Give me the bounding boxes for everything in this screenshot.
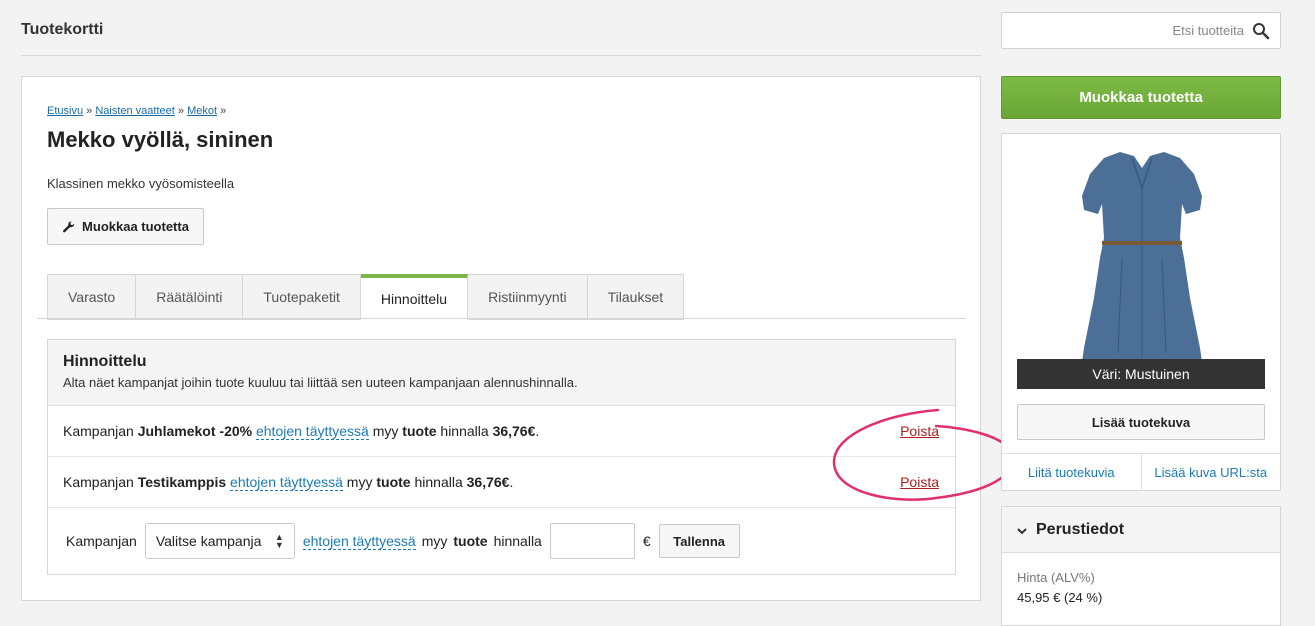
- period: .: [509, 474, 514, 490]
- tab-tilaukset[interactable]: Tilaukset: [587, 274, 685, 320]
- product-card: Etusivu » Naisten vaatteet » Mekot » Mek…: [21, 76, 981, 601]
- conditions-link[interactable]: ehtojen täyttyessä: [255, 423, 369, 440]
- product-image-card: Väri: Mustuinen Lisää tuotekuva Liitä tu…: [1001, 133, 1281, 491]
- breadcrumb-dresses[interactable]: Mekot: [187, 105, 217, 117]
- product-photo: [1082, 152, 1202, 362]
- basic-info-panel: Perustiedot Hinta (ALV%) 45,95 € (24 %): [1001, 506, 1281, 626]
- search-input[interactable]: [1032, 22, 1252, 39]
- pricing-subtitle: Alta näet kampanjat joihin tuote kuuluu …: [63, 375, 578, 390]
- tab-raatalointi[interactable]: Räätälöinti: [136, 274, 244, 320]
- select-arrows-icon: ▲ ▼: [274, 532, 284, 550]
- campaign-price: 36,76€: [466, 474, 510, 490]
- tab-hinnoittelu[interactable]: Hinnoittelu: [360, 274, 469, 320]
- search-box[interactable]: [1001, 12, 1281, 49]
- product-description: Klassinen mekko vyösomisteella: [47, 176, 235, 191]
- campaign-row: Kampanjan Testikamppis ehtojen täyttyess…: [48, 457, 955, 508]
- breadcrumb-separator: »: [86, 105, 93, 117]
- campaign-at-price: hinnalla: [493, 533, 542, 549]
- campaign-verb: myy: [421, 533, 448, 549]
- breadcrumb-separator: »: [177, 105, 185, 117]
- campaign-object: tuote: [453, 533, 488, 549]
- search-icon[interactable]: [1252, 22, 1270, 40]
- chevron-down-icon: [1016, 524, 1028, 536]
- campaign-select-value: Valitse kampanja: [155, 533, 262, 549]
- campaign-at-price: hinnalla: [414, 474, 463, 490]
- campaign-name: Juhlamekot -20%: [137, 423, 253, 439]
- primary-edit-product-button[interactable]: Muokkaa tuotetta: [1001, 76, 1281, 119]
- conditions-link[interactable]: ehtojen täyttyessä: [230, 474, 343, 491]
- conditions-link[interactable]: ehtojen täyttyessä: [302, 533, 416, 550]
- pricing-header: Hinnoittelu Alta näet kampanjat joihin t…: [48, 340, 955, 406]
- remove-campaign-link[interactable]: Poista: [900, 474, 939, 490]
- add-campaign-row: Kampanjan Valitse kampanja ▲ ▼ ehtojen tä…: [48, 508, 955, 574]
- campaign-text: Kampanjan Juhlamekot -20% ehtojen täytty…: [63, 423, 540, 440]
- add-image-from-url-link[interactable]: Lisää kuva URL:sta: [1142, 454, 1281, 491]
- save-button[interactable]: Tallenna: [658, 524, 740, 558]
- currency-label: €: [642, 533, 651, 549]
- campaign-prefix: Kampanjan: [63, 474, 134, 490]
- breadcrumb-separator: »: [220, 105, 227, 117]
- campaign-prefix: Kampanjan: [66, 533, 137, 549]
- image-links: Liitä tuotekuvia Lisää kuva URL:sta: [1002, 453, 1280, 491]
- period: .: [535, 423, 540, 439]
- attach-images-link[interactable]: Liitä tuotekuvia: [1002, 454, 1142, 491]
- tab-varasto[interactable]: Varasto: [47, 274, 137, 320]
- campaign-at-price: hinnalla: [440, 423, 489, 439]
- basic-info-title: Perustiedot: [1036, 520, 1125, 538]
- campaign-price: 36,76€: [492, 423, 536, 439]
- page-title: Tuotekortti: [21, 21, 104, 38]
- price-label: Hinta (ALV%): [1017, 570, 1095, 585]
- tab-bar: Varasto Räätälöinti Tuotepaketit Hinnoit…: [47, 274, 685, 320]
- color-label: Väri: Mustuinen: [1017, 359, 1265, 389]
- product-title: Mekko vyöllä, sininen: [47, 127, 274, 152]
- campaign-price-input[interactable]: [549, 523, 635, 559]
- pricing-title: Hinnoittelu: [63, 353, 147, 370]
- campaign-object: tuote: [402, 423, 437, 439]
- campaign-prefix: Kampanjan: [63, 423, 134, 439]
- edit-product-label: Muokkaa tuotetta: [82, 219, 189, 234]
- campaign-name: Testikamppis: [137, 474, 227, 490]
- price-value: 45,95 € (24 %): [1017, 590, 1103, 605]
- pricing-panel: Hinnoittelu Alta näet kampanjat joihin t…: [47, 339, 956, 575]
- add-product-image-button[interactable]: Lisää tuotekuva: [1017, 404, 1265, 440]
- wrench-icon: [62, 220, 76, 234]
- header-divider: [21, 55, 981, 56]
- campaign-verb: myy: [372, 423, 399, 439]
- tab-ristiinmyynti[interactable]: Ristiinmyynti: [468, 274, 588, 320]
- remove-campaign-link[interactable]: Poista: [900, 423, 939, 439]
- campaign-text: Kampanjan Testikamppis ehtojen täyttyess…: [63, 474, 514, 491]
- campaign-row: Kampanjan Juhlamekot -20% ehtojen täytty…: [48, 406, 955, 457]
- edit-product-button[interactable]: Muokkaa tuotetta: [47, 208, 204, 245]
- basic-info-header[interactable]: Perustiedot: [1002, 507, 1280, 553]
- breadcrumb-home[interactable]: Etusivu: [47, 105, 83, 117]
- tab-tuotepaketit[interactable]: Tuotepaketit: [243, 274, 361, 320]
- campaign-select[interactable]: Valitse kampanja ▲ ▼: [144, 523, 295, 559]
- tab-divider: [37, 318, 966, 319]
- campaign-verb: myy: [346, 474, 373, 490]
- campaign-object: tuote: [376, 474, 411, 490]
- breadcrumb: Etusivu » Naisten vaatteet » Mekot »: [47, 105, 226, 117]
- breadcrumb-womens-clothing[interactable]: Naisten vaatteet: [95, 105, 175, 117]
